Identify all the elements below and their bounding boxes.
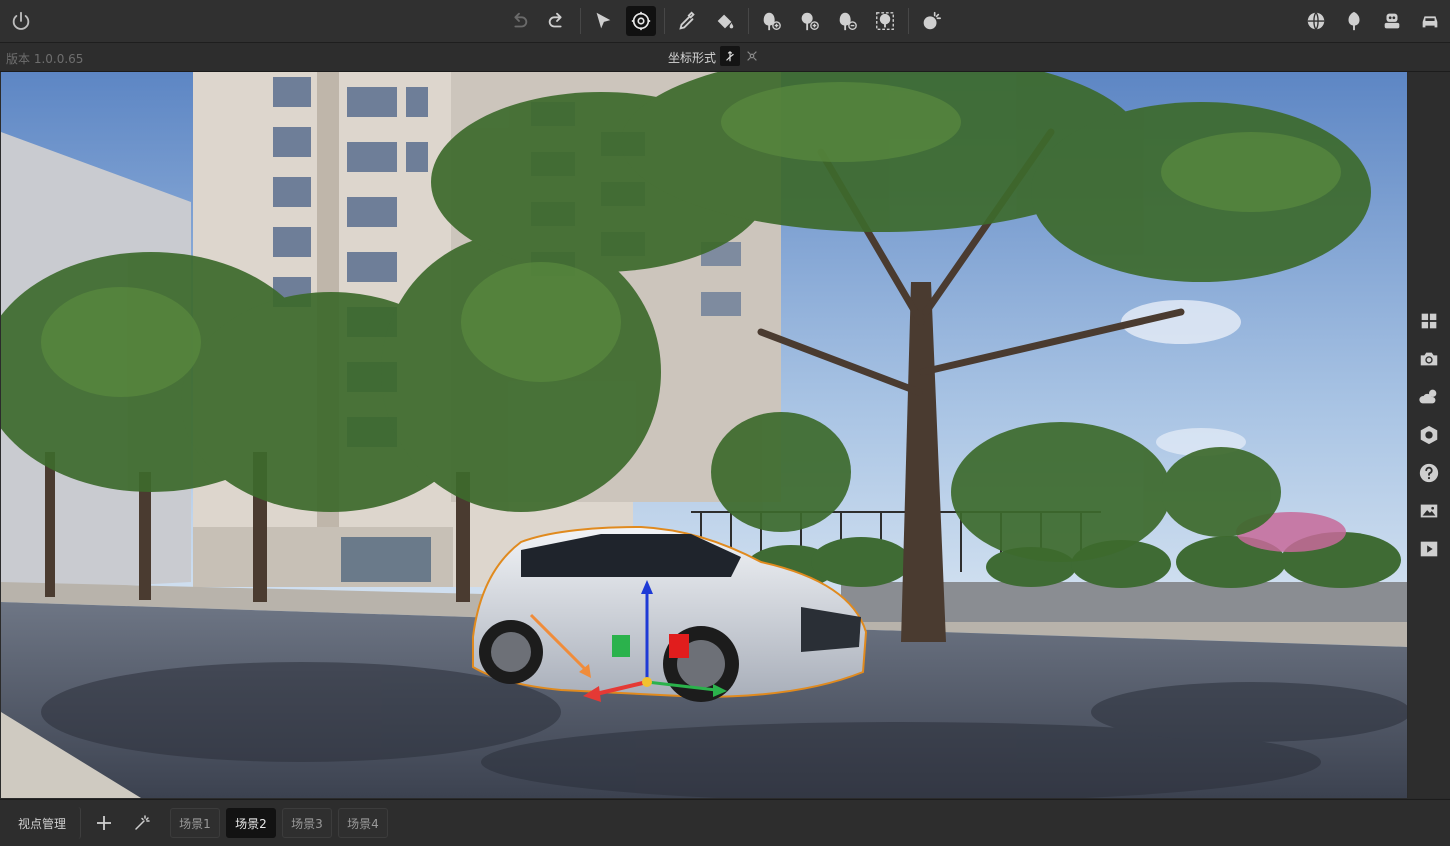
main-toolbar [0,0,1450,43]
tab-scene-1[interactable]: 场景1 [170,808,220,838]
tab-scene-4[interactable]: 场景4 [338,808,388,838]
coordinate-mode-label: 坐标形式 [668,51,717,65]
undo-icon[interactable] [504,6,534,36]
play-icon[interactable] [1416,536,1442,562]
plant-add-icon[interactable] [756,6,786,36]
version-label: 版本 1.0.0.65 [6,52,84,66]
grid-icon[interactable] [1416,308,1442,334]
world-coordinate-icon[interactable] [742,46,762,66]
tree-icon[interactable] [1339,6,1369,36]
select-arrow-icon[interactable] [588,6,618,36]
right-sidebar [1408,72,1450,798]
3d-viewport[interactable] [1,72,1407,798]
tab-scene-3[interactable]: 场景3 [282,808,332,838]
toolbar-divider [908,8,909,34]
robot-icon[interactable] [1377,6,1407,36]
help-icon[interactable] [1416,460,1442,486]
settings-icon[interactable] [1416,422,1442,448]
image-icon[interactable] [1416,498,1442,524]
toolbar-divider [580,8,581,34]
car-icon[interactable] [1415,6,1445,36]
paint-bucket-icon[interactable] [710,6,740,36]
local-coordinate-icon[interactable] [720,46,740,66]
toolbar-divider [664,8,665,34]
camera-icon[interactable] [1416,346,1442,372]
plant-scatter-icon[interactable] [870,6,900,36]
viewpoint-manage-button[interactable]: 视点管理 [4,807,81,839]
add-icon[interactable] [93,812,115,834]
tab-scene-2[interactable]: 场景2 [226,808,276,838]
cloud-sun-icon[interactable] [1416,384,1442,410]
status-bar: 版本 1.0.0.65 坐标形式 [0,43,1450,72]
power-icon[interactable] [6,6,36,36]
toolbar-divider [748,8,749,34]
viewpoint-bar: 视点管理 场景1 场景2 场景3 场景4 [0,799,1450,846]
weather-icon[interactable] [916,6,946,36]
plant-remove-icon[interactable] [832,6,862,36]
globe-icon[interactable] [1301,6,1331,36]
orbit-icon[interactable] [626,6,656,36]
redo-icon[interactable] [542,6,572,36]
scene-render [1,72,1407,798]
eyedropper-icon[interactable] [672,6,702,36]
magic-wand-icon[interactable] [131,812,153,834]
plant-add-alt-icon[interactable] [794,6,824,36]
